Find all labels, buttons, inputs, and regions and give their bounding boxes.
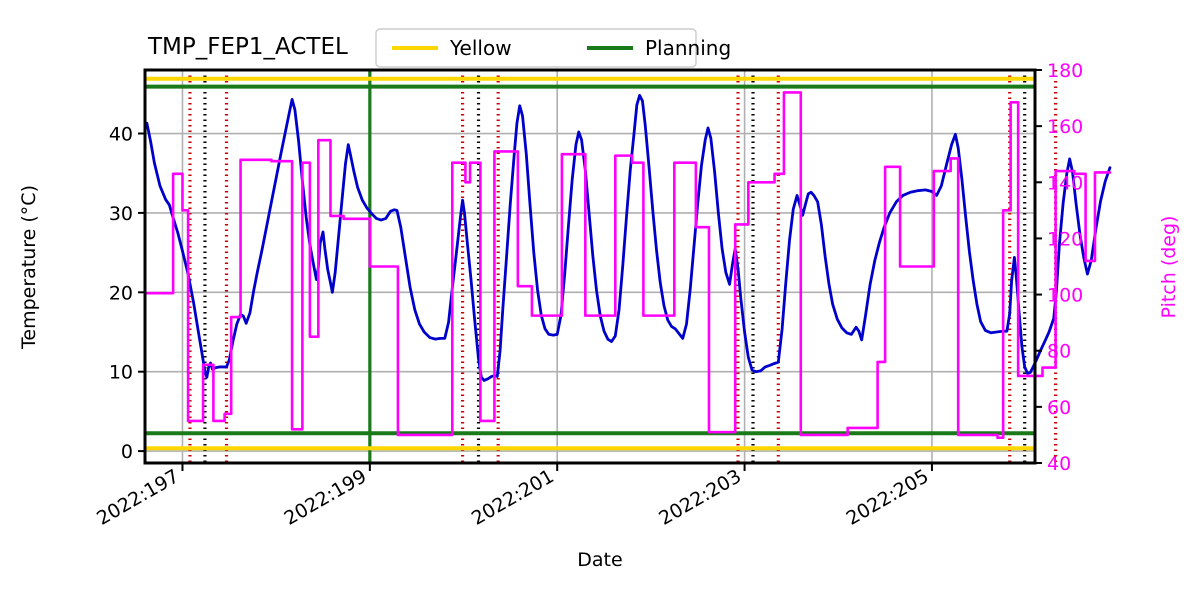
y2-tick-label: 140 <box>1047 172 1083 194</box>
chart-title: TMP_FEP1_ACTEL <box>147 34 348 60</box>
y2-tick-label: 80 <box>1047 341 1071 363</box>
y-tick-label: 20 <box>109 282 133 304</box>
y-tick-label: 40 <box>109 124 133 146</box>
legend-label-planning: Planning <box>645 36 731 60</box>
legend-label-yellow: Yellow <box>449 36 512 60</box>
x-tick-label: 2022:205 <box>843 465 933 530</box>
y-axis-label: Temperature (°C) <box>18 185 40 350</box>
x-tick-label: 2022:203 <box>655 465 745 530</box>
x-tick-label: 2022:197 <box>93 465 183 530</box>
y2-tick-label: 40 <box>1047 453 1071 475</box>
y2-tick-label: 120 <box>1047 228 1083 250</box>
y2-tick-label: 60 <box>1047 397 1071 419</box>
y2-tick-label: 160 <box>1047 116 1083 138</box>
series-layer <box>145 91 1112 440</box>
y2-axis-label: Pitch (deg) <box>1158 216 1180 319</box>
y-tick-label: 30 <box>109 203 133 225</box>
series-line-pitch <box>145 91 1112 440</box>
chart-figure: 0 10 20 30 40 40 60 80 100 120 140 160 180 2022:197 20… <box>0 0 1200 600</box>
x-axis-label: Date <box>577 549 622 571</box>
y-tick-label: 0 <box>121 441 133 463</box>
x-tick-label: 2022:199 <box>281 465 371 530</box>
x-tick-label: 2022:201 <box>468 465 558 530</box>
chart-canvas: 0 10 20 30 40 40 60 80 100 120 140 160 180 2022:197 20… <box>18 28 1180 571</box>
ticks-layer <box>138 69 1042 471</box>
y2-tick-label: 180 <box>1047 60 1083 82</box>
chart-legend: Yellow Planning <box>375 28 731 68</box>
y-tick-label: 10 <box>109 362 133 384</box>
y2-tick-label: 100 <box>1047 285 1083 307</box>
